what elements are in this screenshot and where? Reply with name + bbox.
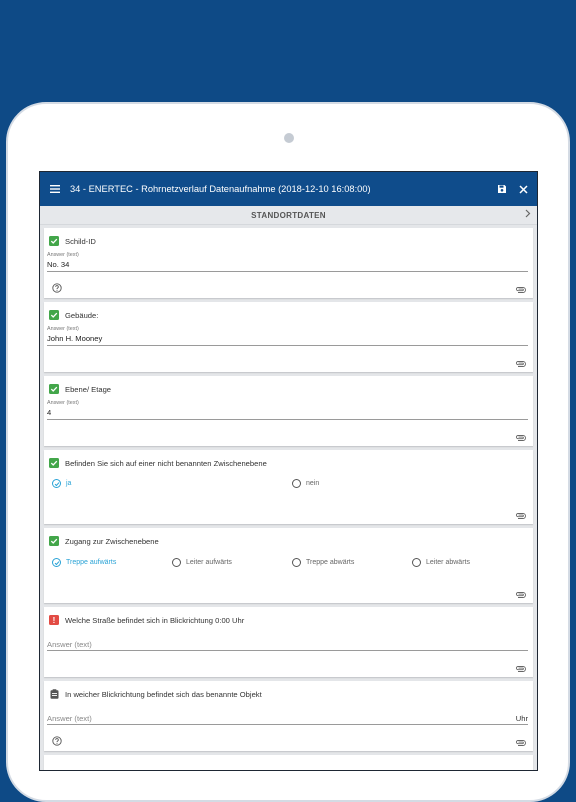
question-header: Zugang zur Zwischenebene <box>49 536 159 546</box>
chevron-right-icon[interactable] <box>525 209 531 220</box>
radio-checked-icon <box>52 479 61 488</box>
check-icon <box>49 236 59 246</box>
question-card: Zugang zur Zwischenebene Treppe aufwärts… <box>44 528 533 603</box>
attachment-icon[interactable] <box>515 586 526 598</box>
radio-option-treppe-abwaerts[interactable]: Treppe abwärts <box>292 558 354 567</box>
question-card: Ebene/ Etage Answer (text) 4 <box>44 376 533 446</box>
check-icon <box>49 384 59 394</box>
radio-unchecked-icon <box>292 479 301 488</box>
error-icon: ! <box>49 615 59 625</box>
question-label: Befinden Sie sich auf einer nicht benann… <box>65 458 267 468</box>
attachment-icon[interactable] <box>515 281 526 293</box>
answer-input[interactable]: No. 34 <box>47 260 69 269</box>
section-header[interactable]: STANDORTDATEN <box>40 206 537 225</box>
answer-input[interactable]: Answer (text) <box>47 714 92 723</box>
attachment-icon[interactable] <box>515 660 526 672</box>
input-underline <box>47 724 528 725</box>
radio-unchecked-icon <box>172 558 181 567</box>
radio-option-leiter-abwaerts[interactable]: Leiter abwärts <box>412 558 470 567</box>
clipboard-icon <box>49 689 59 699</box>
attachment-icon[interactable] <box>515 355 526 367</box>
question-header: Befinden Sie sich auf einer nicht benann… <box>49 458 267 468</box>
answer-label: Answer (text) <box>47 252 79 258</box>
close-icon[interactable] <box>516 182 530 196</box>
question-card: Gebäude: Answer (text) John H. Mooney <box>44 302 533 372</box>
question-card: Befinden Sie sich auf einer nicht benann… <box>44 450 533 524</box>
radio-unchecked-icon <box>292 558 301 567</box>
question-card: In weicher Blickrichtung befindet sich d… <box>44 681 533 751</box>
answer-input[interactable]: 4 <box>47 408 51 417</box>
answer-input[interactable]: Answer (text) <box>47 640 92 649</box>
question-header: Schild-ID <box>49 236 96 246</box>
question-header: Gebäude: <box>49 310 98 320</box>
question-header: ! Welche Straße befindet sich in Blickri… <box>49 615 244 625</box>
answer-input[interactable]: John H. Mooney <box>47 334 102 343</box>
radio-option-leiter-aufwaerts[interactable]: Leiter aufwärts <box>172 558 232 567</box>
menu-icon[interactable] <box>48 182 62 196</box>
answer-label: Answer (text) <box>47 326 79 332</box>
question-label: Ebene/ Etage <box>65 384 112 394</box>
input-underline <box>47 271 528 272</box>
check-icon <box>49 458 59 468</box>
question-label: In weicher Blickrichtung befindet sich d… <box>65 689 262 699</box>
attachment-icon[interactable] <box>515 429 526 441</box>
question-card <box>44 755 533 770</box>
unit-label: Uhr <box>515 714 528 723</box>
question-label: Zugang zur Zwischenebene <box>65 536 159 546</box>
page-title: 34 - ENERTEC - Rohrnetzverlauf Datenaufn… <box>70 184 371 194</box>
attachment-icon[interactable] <box>515 507 526 519</box>
question-card: Schild-ID Answer (text) No. 34 <box>44 228 533 298</box>
radio-option-ja[interactable]: ja <box>52 479 71 488</box>
check-icon <box>49 536 59 546</box>
radio-label: nein <box>306 480 320 487</box>
input-underline <box>47 650 528 651</box>
radio-option-nein[interactable]: nein <box>292 479 319 488</box>
question-label: Schild-ID <box>65 236 96 246</box>
radio-label: Treppe aufwärts <box>66 559 117 566</box>
input-underline <box>47 345 528 346</box>
attachment-icon[interactable] <box>515 734 526 746</box>
save-icon[interactable] <box>495 182 509 196</box>
radio-label: Treppe abwärts <box>306 559 355 566</box>
question-header: In weicher Blickrichtung befindet sich d… <box>49 689 262 699</box>
question-label: Gebäude: <box>65 310 99 320</box>
radio-unchecked-icon <box>412 558 421 567</box>
camera-dot <box>284 133 294 143</box>
help-icon[interactable] <box>52 733 62 746</box>
check-icon <box>49 310 59 320</box>
question-header: Ebene/ Etage <box>49 384 111 394</box>
radio-label: ja <box>66 480 72 487</box>
help-icon[interactable] <box>52 280 62 293</box>
radio-checked-icon <box>52 558 61 567</box>
radio-label: Leiter aufwärts <box>186 559 232 566</box>
radio-label: Leiter abwärts <box>426 559 470 566</box>
radio-option-treppe-aufwaerts[interactable]: Treppe aufwärts <box>52 558 116 567</box>
app-bar: 34 - ENERTEC - Rohrnetzverlauf Datenaufn… <box>40 172 537 206</box>
section-title: STANDORTDATEN <box>251 210 326 220</box>
answer-label: Answer (text) <box>47 400 79 406</box>
question-card: ! Welche Straße befindet sich in Blickri… <box>44 607 533 677</box>
app-screen: 34 - ENERTEC - Rohrnetzverlauf Datenaufn… <box>39 171 538 771</box>
input-underline <box>47 419 528 420</box>
question-label: Welche Straße befindet sich in Blickrich… <box>65 615 245 625</box>
